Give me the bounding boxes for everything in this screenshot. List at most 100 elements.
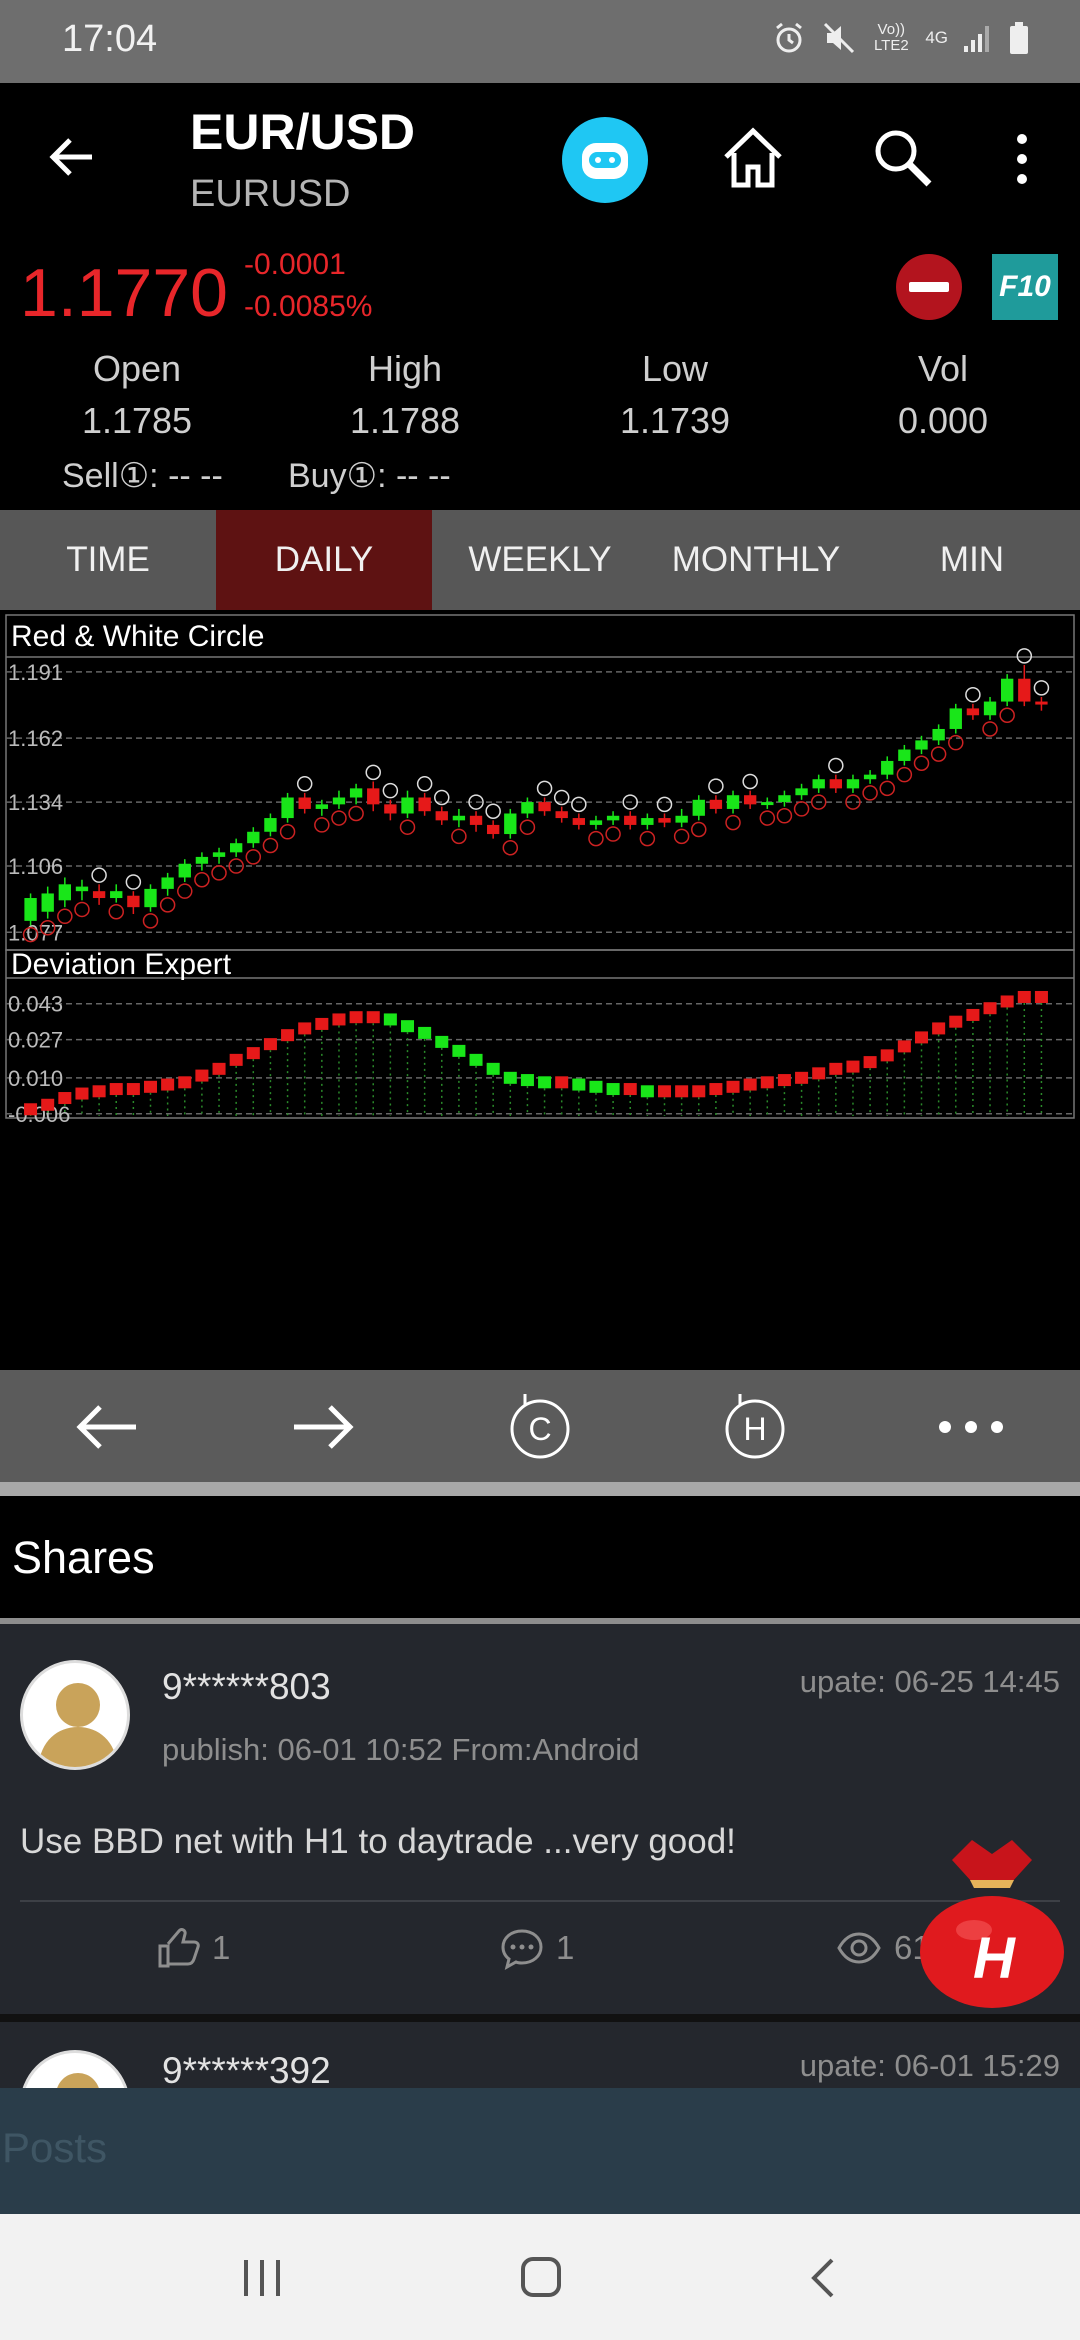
more-menu-button[interactable] <box>1014 133 1030 190</box>
trailing-stop-circle <box>691 821 707 838</box>
price-change-percent: -0.0085% <box>244 290 373 323</box>
indicator-bar <box>623 1083 637 1096</box>
candle-body <box>538 802 551 812</box>
red-envelope-button[interactable]: H <box>912 1830 1072 2010</box>
robot-assistant-button[interactable] <box>562 117 648 203</box>
indicator-bar <box>41 1098 55 1111</box>
candle-body <box>709 799 723 809</box>
header: EUR/USD EURUSD <box>0 83 1080 238</box>
chart-more-button[interactable] <box>936 1392 1006 1462</box>
main-y-tick-label: 1.106 <box>8 854 63 879</box>
indicator-bar <box>743 1078 757 1091</box>
candle-body <box>606 815 620 821</box>
indicator-bar <box>1017 990 1031 1003</box>
remove-watchlist-button[interactable] <box>896 254 962 320</box>
indicator-bar <box>812 1067 826 1080</box>
stat-value: 0.000 <box>897 400 989 441</box>
like-count: 1 <box>212 1929 231 1966</box>
indicator-bar <box>949 1015 963 1028</box>
indicator-bar <box>418 1026 432 1039</box>
share-post[interactable]: 9******392 upate: 06-01 15:29 <box>0 2022 1080 2088</box>
post-username[interactable]: 9******392 <box>162 2050 331 2088</box>
candle-body <box>264 818 277 832</box>
indicator-bar <box>880 1049 894 1062</box>
back-nav-button[interactable] <box>808 2256 838 2300</box>
more-horizontal-icon <box>939 1421 1003 1433</box>
candle-body <box>401 797 414 814</box>
indicator-bar <box>914 1031 929 1044</box>
comment-count: 1 <box>556 1929 575 1966</box>
indicator-bar <box>538 1076 552 1089</box>
post-username[interactable]: 9******803 <box>162 1666 331 1708</box>
crosshair-c-button[interactable]: C <box>505 1392 575 1462</box>
indicator-bar <box>795 1071 809 1084</box>
trailing-stop-circle <box>965 686 981 703</box>
user-avatar-icon <box>38 1683 118 1767</box>
indicator-bar <box>92 1085 106 1098</box>
tab-time[interactable]: TIME <box>0 510 216 610</box>
more-vertical-icon <box>1017 134 1027 184</box>
trailing-stop-circle <box>913 755 930 771</box>
search-button[interactable] <box>870 125 934 194</box>
home-button[interactable] <box>718 123 788 198</box>
candle-body <box>692 799 705 816</box>
network-label: Vo)) LTE2 <box>873 21 909 54</box>
candle-body <box>555 811 568 819</box>
candle-body <box>178 863 191 878</box>
back-button[interactable] <box>46 131 98 188</box>
home-nav-button[interactable] <box>520 2256 562 2298</box>
user-avatar-icon <box>57 2073 99 2088</box>
indicator-bar <box>229 1053 243 1066</box>
post-content[interactable]: Use BBD net with H1 to daytrade ...very … <box>20 1822 736 1862</box>
trailing-stop-circle <box>348 805 364 822</box>
alarm-icon <box>776 22 803 53</box>
period-tabs: TIME DAILY WEEKLY MONTHLY MIN <box>0 510 1080 610</box>
indicator-bar <box>520 1074 534 1087</box>
price-chart[interactable]: Red & White Circle 1.191 1.162 1.134 1.106 1… <box>0 610 1080 1370</box>
avatar[interactable] <box>20 2050 130 2088</box>
arrow-left-icon <box>49 138 92 176</box>
current-price: 1.1770 <box>20 255 228 331</box>
indicator-bar <box>897 1040 911 1053</box>
candle-body <box>983 701 997 716</box>
trailing-stop-circle <box>485 803 501 819</box>
tab-daily[interactable]: DAILY <box>216 510 432 610</box>
trailing-stop-circle <box>365 764 381 781</box>
candle-body <box>58 884 72 901</box>
trailing-stop-circle <box>982 721 998 737</box>
trailing-stop-circle <box>451 828 467 845</box>
chart-area[interactable]: Red & White Circle 1.191 1.162 1.134 1.106 1… <box>0 610 1080 1370</box>
avatar[interactable] <box>20 1660 130 1770</box>
trailing-stop-circle <box>57 908 73 925</box>
tab-monthly[interactable]: MONTHLY <box>648 510 864 610</box>
tab-min[interactable]: MIN <box>864 510 1080 610</box>
scroll-forward-button[interactable] <box>288 1392 358 1462</box>
candle-body <box>743 795 757 805</box>
candle-body <box>435 811 448 821</box>
trailing-stop-circle <box>776 808 793 824</box>
indicator-bar <box>435 1035 449 1048</box>
indicator-bar <box>657 1085 672 1098</box>
history-h-button[interactable]: H <box>720 1392 790 1462</box>
comment-button[interactable]: 1 <box>500 1926 574 1970</box>
trailing-stop-circle <box>211 865 227 881</box>
candle-body <box>75 886 89 892</box>
indicator-bar <box>555 1076 569 1089</box>
like-button[interactable]: 1 <box>156 1926 230 1970</box>
indicator-bar <box>161 1078 175 1091</box>
f10-button[interactable]: F10 <box>992 254 1058 320</box>
candle-body <box>932 728 945 741</box>
posts-input-bar[interactable]: Posts <box>0 2088 1080 2214</box>
stat-value: 1.1739 <box>619 400 731 441</box>
scroll-back-button[interactable] <box>72 1392 142 1462</box>
recent-apps-button[interactable] <box>240 2258 284 2298</box>
candle-body <box>247 831 260 844</box>
candle-body <box>726 795 740 809</box>
trailing-stop-circle <box>416 776 433 792</box>
trailing-stop-circle <box>1033 680 1050 696</box>
candle-body <box>127 895 140 908</box>
tab-weekly[interactable]: WEEKLY <box>432 510 648 610</box>
indicator-bar <box>212 1062 226 1075</box>
indicator-bar <box>932 1022 946 1035</box>
status-icons: Vo)) LTE2 4G <box>771 20 1030 56</box>
